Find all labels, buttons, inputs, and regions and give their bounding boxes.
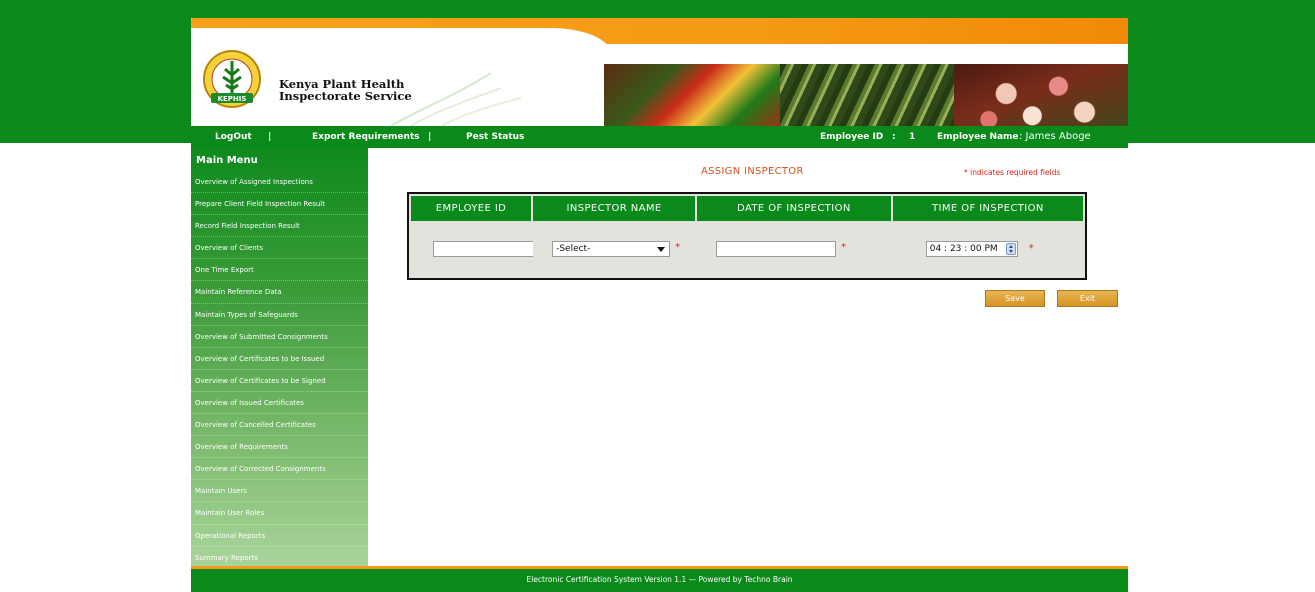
- menu-item[interactable]: Record Field Inspection Result: [191, 215, 368, 238]
- main-menu: Overview of Assigned Inspections Prepare…: [191, 171, 368, 569]
- pest-status-link[interactable]: Pest Status: [466, 132, 524, 142]
- menu-item[interactable]: Operational Reports: [191, 525, 368, 547]
- column-header-date: DATE OF INSPECTION: [697, 196, 891, 221]
- menu-item[interactable]: Overview of Cancelled Certificates: [191, 414, 368, 437]
- menu-item[interactable]: Overview of Certificates to be Signed: [191, 370, 368, 392]
- menu-item[interactable]: Overview of Requirements: [191, 436, 368, 459]
- save-button[interactable]: Save: [985, 290, 1045, 307]
- flowers-photo: [954, 64, 1128, 126]
- footer: Electronic Certification System Version …: [191, 566, 1128, 592]
- time-cell: 04 : 23 : 00 PM *: [892, 223, 1083, 276]
- menu-item[interactable]: Overview of Assigned Inspections: [191, 171, 368, 194]
- menu-item[interactable]: Overview of Submitted Consignments: [191, 326, 368, 348]
- menu-item[interactable]: One Time Export: [191, 259, 368, 282]
- employee-id-label: Employee ID: [820, 132, 884, 142]
- employee-id-value: 1: [909, 132, 916, 142]
- column-header-inspector-name: INSPECTOR NAME: [533, 196, 696, 221]
- export-requirements-link[interactable]: Export Requirements: [312, 132, 420, 142]
- logo-text: KEPHIS: [218, 95, 247, 103]
- menu-item[interactable]: Maintain Users: [191, 480, 368, 503]
- nav-separator: |: [268, 132, 272, 142]
- page-frame: KEPHIS Kenya Plant Health Inspectorate S…: [191, 0, 1128, 592]
- wheat-photo: [780, 64, 954, 126]
- date-cell: *: [697, 223, 891, 276]
- nav-separator: |: [428, 132, 432, 142]
- required-mark: *: [675, 242, 681, 253]
- exit-button[interactable]: Exit: [1057, 290, 1118, 307]
- top-nav: LogOut | Export Requirements | Pest Stat…: [191, 126, 1128, 148]
- employee-id-separator: :: [892, 132, 896, 142]
- vegetables-photo: [604, 64, 780, 126]
- inspector-name-cell: -Select- *: [533, 223, 696, 276]
- sidebar-title: Main Menu: [196, 155, 258, 166]
- inspector-name-select[interactable]: -Select-: [552, 241, 671, 257]
- required-mark: *: [1028, 243, 1034, 254]
- employee-name-value: : James Aboge: [1019, 131, 1091, 142]
- required-mark: *: [841, 242, 847, 253]
- main-content: ASSIGN INSPECTOR * indicates required fi…: [368, 148, 1128, 566]
- employee-id-cell: [411, 223, 554, 276]
- menu-item[interactable]: Overview of Certificates to be Issued: [191, 348, 368, 370]
- logout-link[interactable]: LogOut: [215, 132, 252, 142]
- menu-item[interactable]: Maintain User Roles: [191, 502, 368, 525]
- sidebar: Main Menu Overview of Assigned Inspectio…: [191, 148, 368, 569]
- employee-name-label: Employee Name: [937, 132, 1019, 142]
- menu-item[interactable]: Prepare Client Field Inspection Result: [191, 193, 368, 216]
- header-banner: KEPHIS Kenya Plant Health Inspectorate S…: [191, 18, 1128, 126]
- menu-item[interactable]: Overview of Corrected Consignments: [191, 458, 368, 481]
- spinner-icon[interactable]: [1005, 243, 1016, 255]
- inspector-selected-value: -Select-: [556, 244, 591, 254]
- assign-inspector-table: EMPLOYEE ID INSPECTOR NAME DATE OF INSPE…: [407, 192, 1087, 280]
- chevron-down-icon: [657, 247, 666, 252]
- footer-text: Electronic Certification System Version …: [526, 575, 793, 584]
- required-fields-note: * indicates required fields: [964, 168, 1061, 177]
- menu-item[interactable]: Overview of Clients: [191, 237, 368, 260]
- menu-item[interactable]: Maintain Types of Safeguards: [191, 304, 368, 326]
- date-of-inspection-input[interactable]: [716, 241, 837, 257]
- menu-item[interactable]: Maintain Reference Data: [191, 281, 368, 304]
- time-value: 04 : 23 : 00 PM: [929, 244, 998, 254]
- column-header-time: TIME OF INSPECTION: [892, 196, 1083, 221]
- menu-item[interactable]: Overview of Issued Certificates: [191, 392, 368, 415]
- kephis-logo: KEPHIS: [203, 50, 261, 108]
- page-title: ASSIGN INSPECTOR: [701, 166, 804, 177]
- column-header-employee-id: EMPLOYEE ID: [411, 196, 532, 221]
- leaf-decoration: [390, 72, 522, 126]
- time-of-inspection-input[interactable]: 04 : 23 : 00 PM: [925, 241, 1018, 257]
